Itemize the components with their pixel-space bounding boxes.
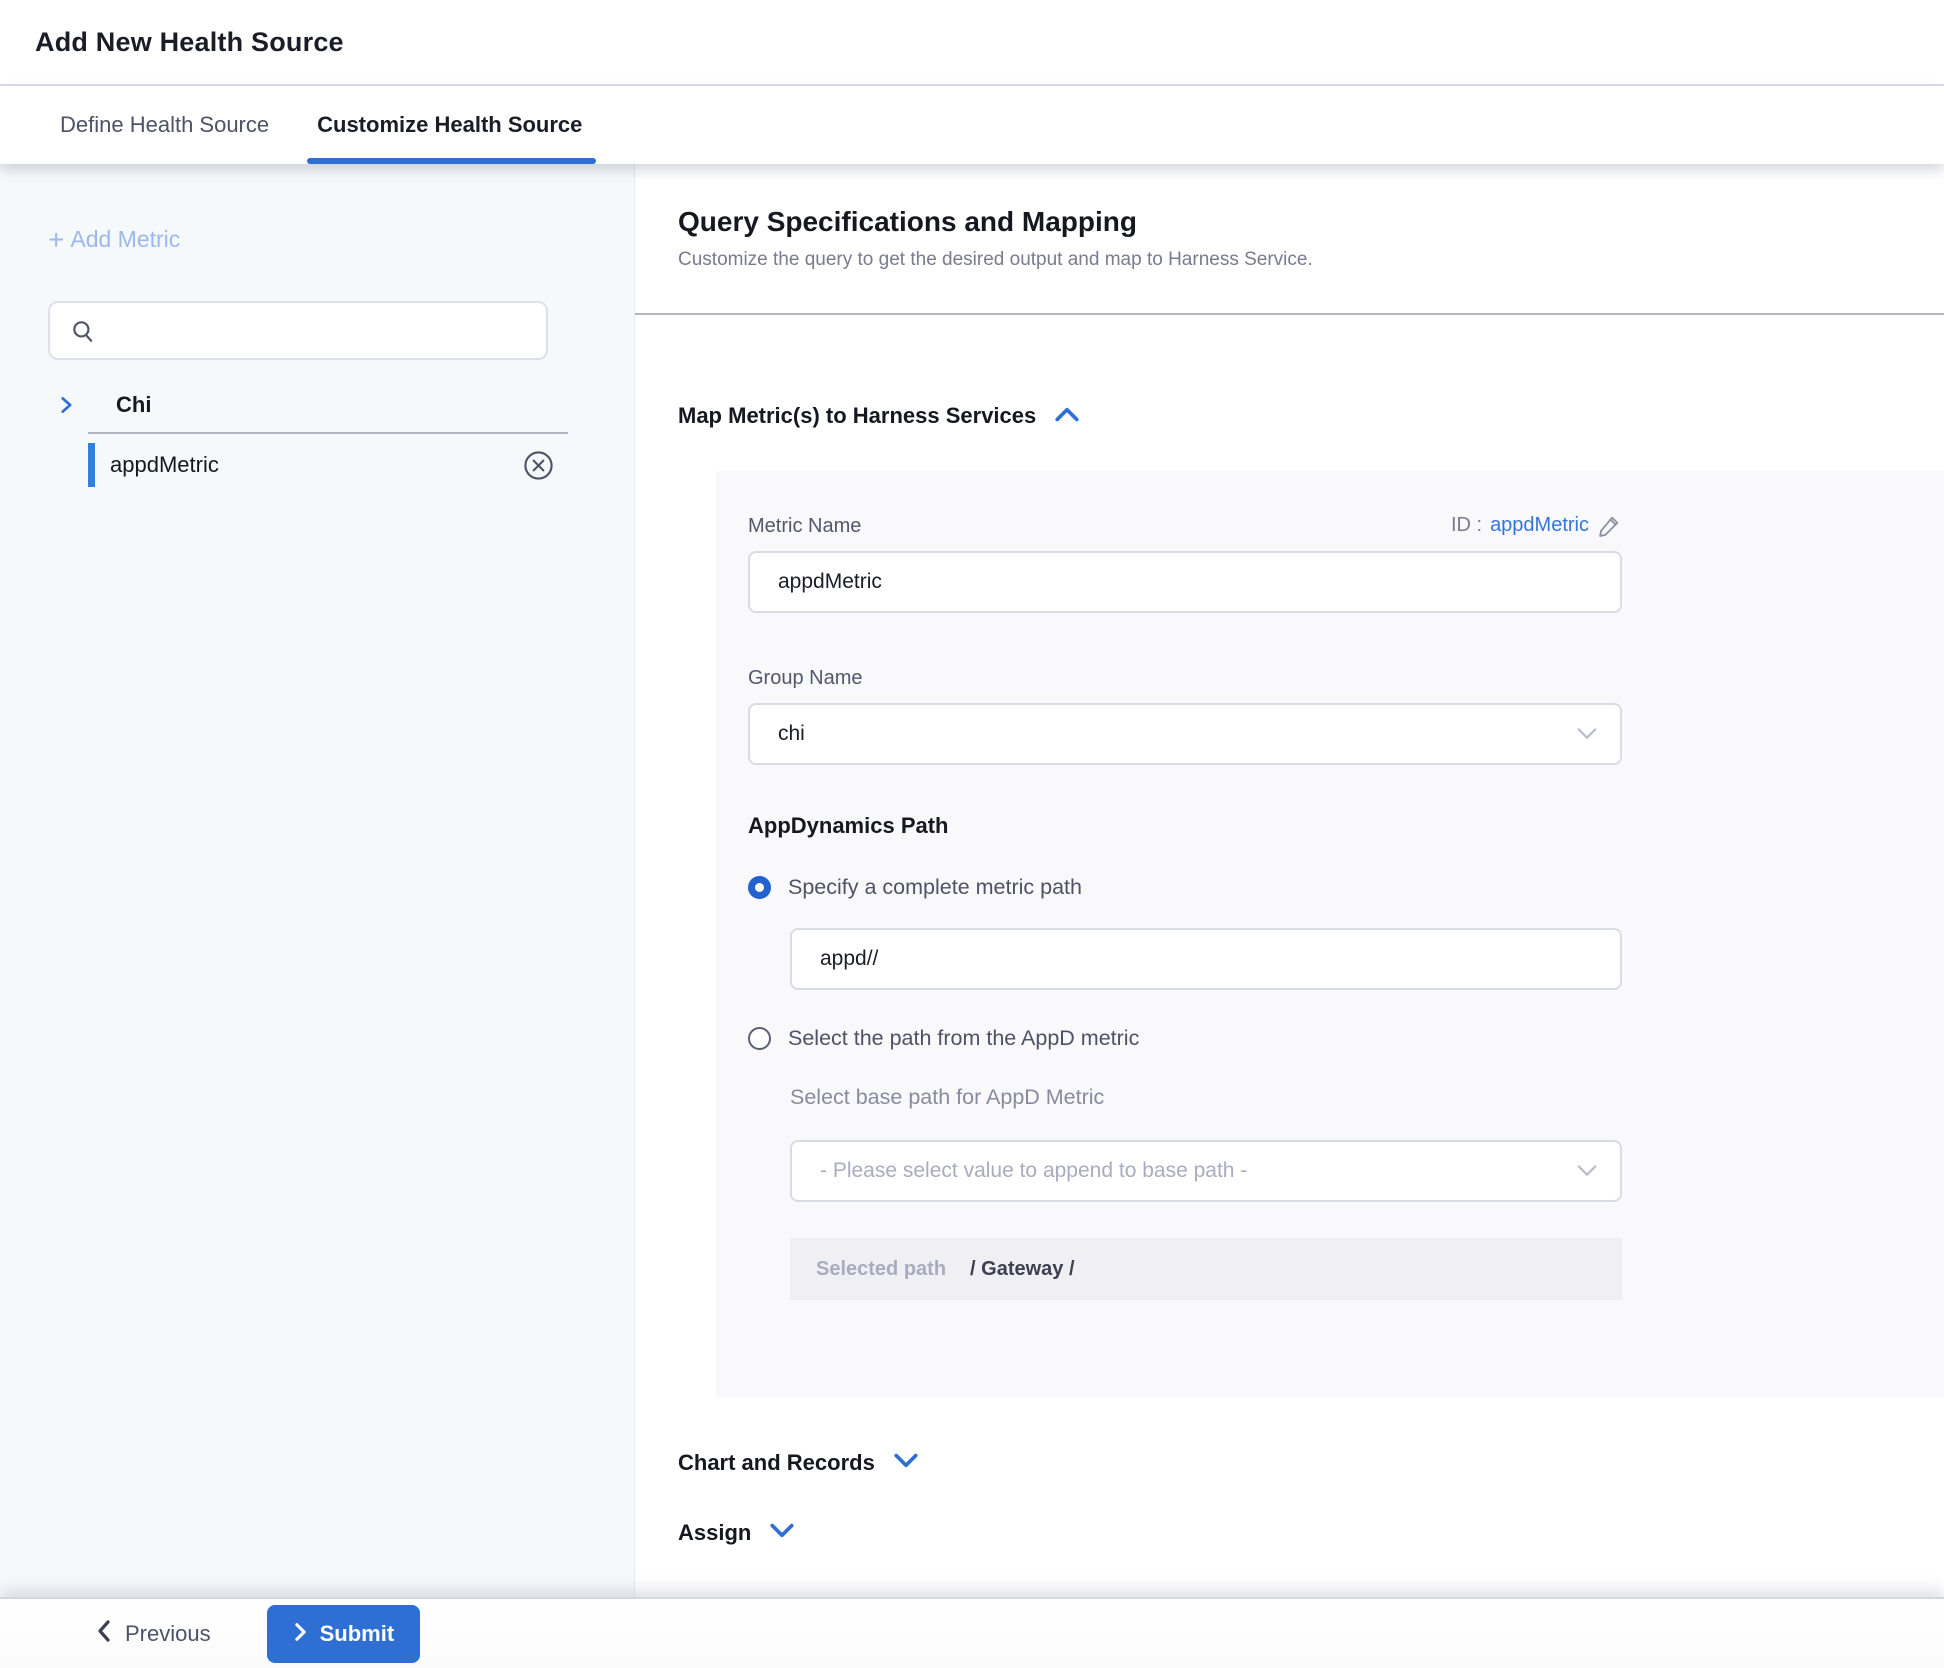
selected-indicator	[88, 443, 95, 487]
radio-complete-metric-path[interactable]: Specify a complete metric path	[748, 875, 1944, 900]
radio-select-path-from-appd[interactable]: Select the path from the AppD metric	[748, 1026, 1944, 1051]
metric-id-prefix: ID :	[1451, 514, 1482, 537]
remove-metric-icon[interactable]	[523, 450, 554, 481]
chevron-down-icon[interactable]	[893, 1451, 919, 1476]
chevron-right-icon	[293, 1621, 308, 1646]
metrics-sidebar: + Add Metric Chi	[0, 164, 635, 1597]
dialog-footer: Previous Submit	[0, 1597, 1944, 1668]
group-name-select[interactable]: chi	[748, 703, 1622, 765]
edit-id-icon[interactable]	[1597, 513, 1622, 538]
selected-path-value: / Gateway /	[970, 1258, 1075, 1281]
chevron-left-icon	[95, 1619, 113, 1648]
metric-name-input[interactable]	[748, 551, 1622, 613]
complete-metric-path-input[interactable]	[790, 928, 1622, 990]
search-icon	[70, 318, 96, 344]
selected-path-display: Selected path / Gateway /	[790, 1238, 1622, 1300]
tab-bar: Define Health Source Customize Health So…	[0, 86, 1944, 164]
radio-unselected-icon[interactable]	[748, 1027, 771, 1050]
previous-button[interactable]: Previous	[95, 1619, 211, 1648]
panel-subtitle: Customize the query to get the desired o…	[678, 249, 1944, 271]
tab-customize-health-source[interactable]: Customize Health Source	[317, 86, 582, 164]
selected-path-label: Selected path	[816, 1258, 946, 1281]
metric-name-label: Metric Name	[748, 515, 861, 538]
add-health-source-dialog: Add New Health Source Define Health Sour…	[0, 0, 1944, 1668]
panel-divider	[635, 313, 1944, 315]
base-path-select[interactable]: - Please select value to append to base …	[790, 1140, 1622, 1202]
group-name-label: Group Name	[748, 667, 863, 690]
metric-mapping-card: Metric Name ID : appdMetric	[716, 471, 1944, 1398]
radio-selected-icon[interactable]	[748, 876, 771, 899]
metric-group-chi[interactable]: Chi	[48, 392, 634, 418]
metric-tree: Chi appdMetric	[48, 392, 634, 496]
tab-define-health-source[interactable]: Define Health Source	[60, 86, 269, 164]
dialog-header: Add New Health Source	[0, 0, 1944, 86]
map-metrics-section-toggle[interactable]: Map Metric(s) to Harness Services	[635, 403, 1944, 429]
add-metric-button[interactable]: + Add Metric	[48, 226, 634, 253]
chevron-up-icon[interactable]	[1054, 404, 1080, 429]
base-path-label: Select base path for AppD Metric	[790, 1085, 1944, 1110]
page-title: Add New Health Source	[35, 27, 344, 58]
appdynamics-path-heading: AppDynamics Path	[748, 813, 1944, 839]
plus-icon: +	[48, 229, 64, 251]
metric-id-value[interactable]: appdMetric	[1490, 514, 1589, 537]
metric-search-input[interactable]	[48, 301, 548, 360]
assign-section-toggle[interactable]: Assign	[635, 1520, 1944, 1546]
chart-and-records-section-toggle[interactable]: Chart and Records	[635, 1450, 1944, 1476]
chevron-down-icon	[1576, 1164, 1598, 1178]
chevron-down-icon[interactable]	[769, 1521, 795, 1546]
query-specifications-panel: Query Specifications and Mapping Customi…	[635, 164, 1944, 1597]
submit-button[interactable]: Submit	[267, 1605, 421, 1663]
metric-item-appdmetric[interactable]: appdMetric	[88, 434, 568, 496]
panel-title: Query Specifications and Mapping	[678, 206, 1944, 238]
chevron-down-icon	[1576, 727, 1598, 741]
chevron-right-icon[interactable]	[56, 395, 76, 415]
